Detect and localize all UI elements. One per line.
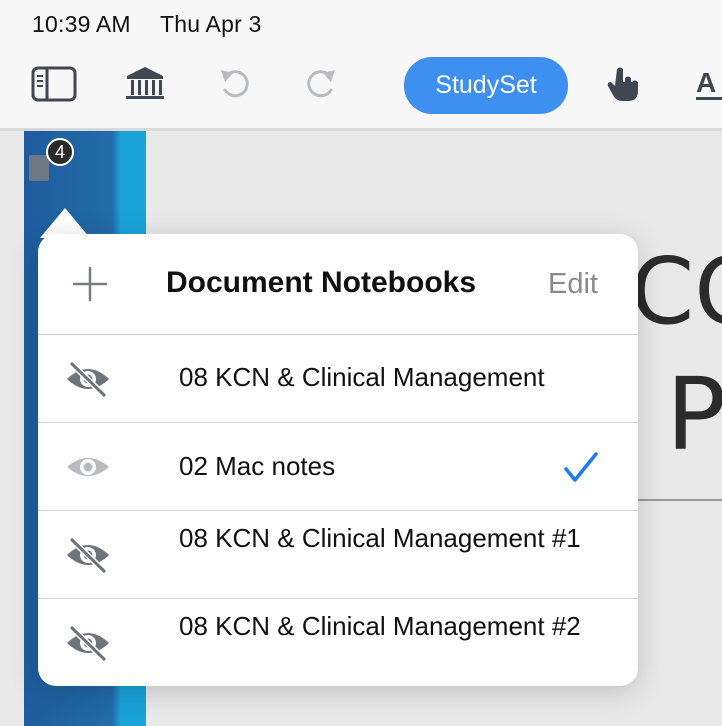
notebook-row-selected[interactable]: 02 Mac notes: [38, 423, 638, 511]
notebook-row[interactable]: 08 KCN & Clinical Management #2: [38, 599, 638, 686]
toolbar: 10:39 AM Thu Apr 3 StudySet A: [0, 0, 722, 128]
edit-button[interactable]: Edit: [548, 268, 598, 301]
popover-title: Document Notebooks: [166, 266, 477, 299]
page-heading-fragment-2: P: [666, 356, 722, 473]
undo-icon[interactable]: [212, 64, 258, 104]
popover-header: Document Notebooks Edit: [38, 234, 638, 335]
document-thumbnail-icon[interactable]: [29, 155, 49, 181]
eye-slash-icon[interactable]: [64, 359, 112, 399]
notebook-row[interactable]: 08 KCN & Clinical Management: [38, 335, 638, 423]
status-date: Thu Apr 3: [160, 11, 262, 37]
page-heading-fragment: CO: [630, 238, 722, 345]
eye-slash-icon[interactable]: [64, 535, 112, 575]
notebooks-popover: Document Notebooks Edit 08 KCN & Clinica…: [38, 234, 638, 686]
page-rule: [636, 499, 722, 501]
hand-pointer-icon[interactable]: [600, 64, 646, 104]
notebook-label: 02 Mac notes: [179, 451, 336, 481]
notebook-count-badge: 4: [46, 138, 74, 166]
eye-icon[interactable]: [64, 447, 112, 487]
app-screen: 10:39 AM Thu Apr 3 StudySet A 4 C P Docu…: [0, 0, 722, 726]
sidebar-toggle-icon[interactable]: [31, 64, 77, 104]
notebook-row[interactable]: 08 KCN & Clinical Management #1: [38, 511, 638, 599]
notebook-label: 08 KCN & Clinical Management: [179, 362, 545, 392]
text-format-icon[interactable]: A: [690, 64, 722, 104]
notebook-label: 08 KCN & Clinical Management #2: [179, 611, 581, 641]
plus-icon: [72, 266, 108, 302]
library-icon[interactable]: [122, 64, 168, 104]
studyset-button[interactable]: StudySet: [404, 57, 568, 114]
add-notebook-button[interactable]: [68, 262, 112, 306]
svg-text:A: A: [696, 67, 716, 98]
redo-icon[interactable]: [298, 64, 344, 104]
notebook-label: 08 KCN & Clinical Management #1: [179, 523, 581, 553]
eye-slash-icon[interactable]: [64, 623, 112, 663]
status-time: 10:39 AM: [32, 11, 131, 37]
checkmark-icon: [564, 452, 598, 482]
